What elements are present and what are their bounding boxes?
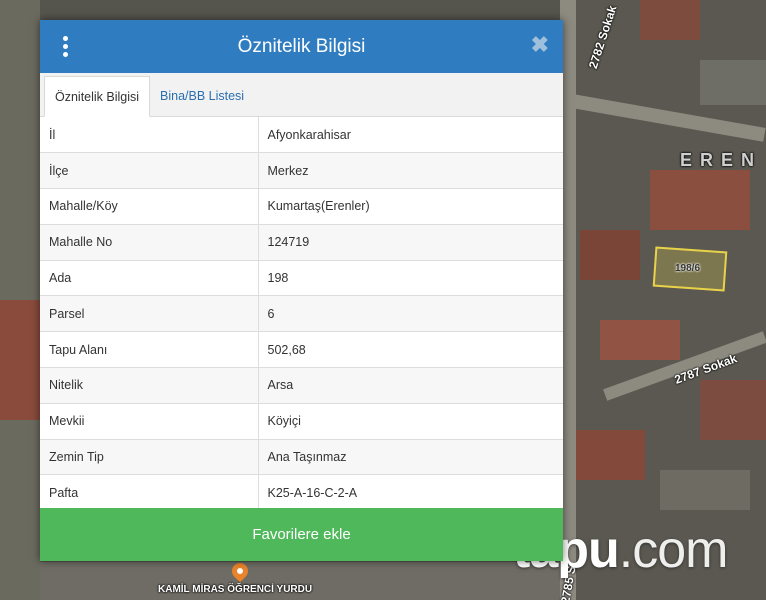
row-key: Mevkii xyxy=(40,403,259,440)
row-value: Köyiçi xyxy=(258,403,563,440)
table-row: Nitelik Arsa xyxy=(40,367,563,404)
map-roof xyxy=(650,170,750,230)
map-roof xyxy=(580,230,640,280)
table-row: İl Afyonkarahisar xyxy=(40,117,563,154)
tab-building-list[interactable]: Bina/BB Listesi xyxy=(150,76,254,116)
map-roof xyxy=(640,0,700,40)
table-row: Zemin Tip Ana Taşınmaz xyxy=(40,439,563,476)
row-value: Afyonkarahisar xyxy=(258,117,563,154)
map-roof xyxy=(700,380,766,440)
table-row: Ada 198 xyxy=(40,260,563,297)
tab-attribute-info[interactable]: Öznitelik Bilgisi xyxy=(44,76,151,117)
map-roof xyxy=(700,60,766,105)
watermark-suffix: .com xyxy=(618,521,729,579)
table-row: Tapu Alanı 502,68 xyxy=(40,331,563,369)
row-key: Tapu Alanı xyxy=(40,331,259,369)
row-value: 6 xyxy=(258,295,563,333)
attribute-table: İl Afyonkarahisar İlçe Merkez Mahalle/Kö… xyxy=(40,117,563,512)
row-value: Arsa xyxy=(258,367,563,404)
map-roof xyxy=(600,320,680,360)
row-key: İlçe xyxy=(40,152,259,190)
table-row: Pafta K25-A-16-C-2-A xyxy=(40,474,563,512)
attribute-dialog: Öznitelik Bilgisi ✖ Öznitelik Bilgisi Bi… xyxy=(40,20,563,561)
row-value: 502,68 xyxy=(258,331,563,369)
row-key: Mahalle/Köy xyxy=(40,188,259,225)
row-key: Mahalle No xyxy=(40,224,259,261)
dialog-title: Öznitelik Bilgisi xyxy=(237,35,366,57)
dialog-header: Öznitelik Bilgisi ✖ xyxy=(40,20,563,73)
row-key: Pafta xyxy=(40,474,259,512)
row-key: Parsel xyxy=(40,295,259,333)
table-row: Mahalle/Köy Kumartaş(Erenler) xyxy=(40,188,563,225)
table-row: Mahalle No 124719 xyxy=(40,224,563,261)
close-icon[interactable]: ✖ xyxy=(531,33,549,57)
table-row: İlçe Merkez xyxy=(40,152,563,190)
add-to-favorites-button[interactable]: Favorilere ekle xyxy=(40,508,563,561)
row-key: Ada xyxy=(40,260,259,297)
table-row: Mevkii Köyiçi xyxy=(40,403,563,440)
kebab-menu-icon[interactable] xyxy=(59,36,71,57)
row-value: Merkez xyxy=(258,152,563,190)
row-value: Kumartaş(Erenler) xyxy=(258,188,563,225)
parcel-label: 198/6 xyxy=(675,263,701,274)
map-roof xyxy=(0,300,40,420)
row-key: İl xyxy=(40,117,259,154)
row-key: Nitelik xyxy=(40,367,259,404)
row-value: Ana Taşınmaz xyxy=(258,439,563,476)
poi-label: KAMİL MİRAS ÖĞRENCİ YURDU xyxy=(158,584,313,595)
table-row: Parsel 6 xyxy=(40,295,563,333)
district-label: EREN xyxy=(680,150,763,170)
row-value: 198 xyxy=(258,260,563,297)
row-key: Zemin Tip xyxy=(40,439,259,476)
tab-bar: Öznitelik Bilgisi Bina/BB Listesi xyxy=(40,73,563,117)
map-roof xyxy=(660,470,750,510)
row-value: 124719 xyxy=(258,224,563,261)
row-value: K25-A-16-C-2-A xyxy=(258,474,563,512)
map-roof xyxy=(575,430,645,480)
